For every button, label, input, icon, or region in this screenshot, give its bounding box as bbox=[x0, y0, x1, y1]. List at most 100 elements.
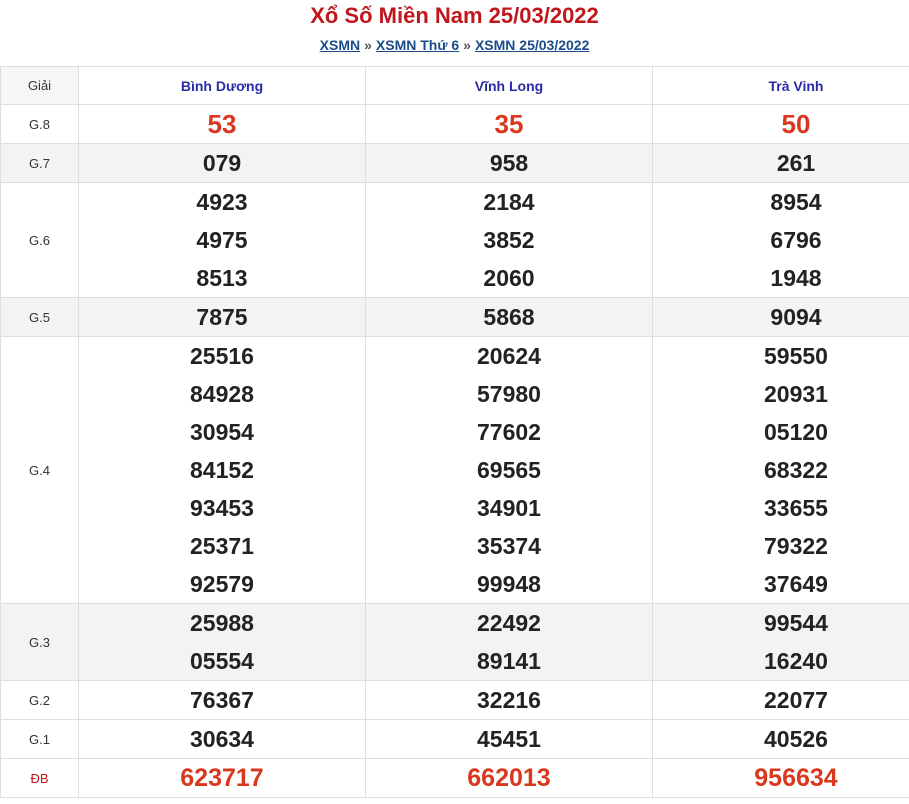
table-row: G.8 53 35 50 bbox=[0, 104, 909, 144]
prize-number: 20931 bbox=[764, 381, 828, 407]
prize-number: 37649 bbox=[764, 571, 828, 597]
prize-number: 40526 bbox=[764, 726, 828, 752]
prize-number: 6796 bbox=[770, 227, 822, 253]
prize-number: 34901 bbox=[477, 495, 541, 521]
prize-number: 33655 bbox=[764, 495, 828, 521]
results-body: G.8 53 35 50 G.7 079 958 261 G.6 4923 4975 8513 2184… bbox=[0, 104, 909, 798]
prize-cell: 2184 3852 2060 bbox=[365, 182, 653, 298]
prize-cell: 4923 4975 8513 bbox=[78, 182, 366, 298]
breadcrumb-link-xsmn-thu-6[interactable]: XSMN Thứ 6 bbox=[376, 37, 459, 53]
table-row: G.6 4923 4975 8513 2184 3852 2060 8954 6796 1948 bbox=[0, 182, 909, 298]
prize-number: 8954 bbox=[770, 189, 822, 215]
breadcrumb-separator: » bbox=[364, 37, 372, 53]
table-row: G.4 25516 84928 30954 84152 93453 25371 92579 20… bbox=[0, 336, 909, 604]
prize-number: 5868 bbox=[483, 304, 535, 330]
prize-cell: 662013 bbox=[365, 758, 653, 798]
prize-number: 84152 bbox=[190, 457, 254, 483]
prize-cell: 079 bbox=[78, 143, 366, 183]
breadcrumb: XSMN» XSMN Thứ 6» XSMN 25/03/2022 bbox=[0, 36, 909, 54]
prize-cell: 22077 bbox=[652, 680, 909, 720]
prize-number: 623717 bbox=[180, 764, 264, 792]
prize-cell: 7875 bbox=[78, 297, 366, 337]
column-header-province: Vĩnh Long bbox=[365, 66, 653, 105]
prize-cell: 623717 bbox=[78, 758, 366, 798]
prize-cell: 30634 bbox=[78, 719, 366, 759]
prize-number: 16240 bbox=[764, 648, 828, 674]
prize-cell: 958 bbox=[365, 143, 653, 183]
prize-cell: 99544 16240 bbox=[652, 603, 909, 681]
prize-cell: 40526 bbox=[652, 719, 909, 759]
prize-label: ĐB bbox=[0, 758, 79, 798]
prize-number: 68322 bbox=[764, 457, 828, 483]
prize-cell: 5868 bbox=[365, 297, 653, 337]
breadcrumb-separator: » bbox=[463, 37, 471, 53]
prize-label: G.1 bbox=[0, 719, 79, 759]
table-row: G.7 079 958 261 bbox=[0, 143, 909, 183]
prize-number: 22492 bbox=[477, 610, 541, 636]
prize-number: 79322 bbox=[764, 533, 828, 559]
prize-number: 45451 bbox=[477, 726, 541, 752]
prize-cell: 35 bbox=[365, 104, 653, 144]
breadcrumb-link-xsmn-date[interactable]: XSMN 25/03/2022 bbox=[475, 37, 589, 53]
prize-number: 4923 bbox=[196, 189, 248, 215]
prize-number: 99544 bbox=[764, 610, 828, 636]
prize-number: 7875 bbox=[196, 304, 248, 330]
prize-number: 9094 bbox=[770, 304, 822, 330]
prize-cell: 20624 57980 77602 69565 34901 35374 99948 bbox=[365, 336, 653, 604]
prize-number: 956634 bbox=[754, 764, 838, 792]
prize-cell: 261 bbox=[652, 143, 909, 183]
prize-number: 261 bbox=[776, 150, 816, 176]
prize-number: 22077 bbox=[764, 687, 828, 713]
prize-number: 93453 bbox=[190, 495, 254, 521]
prize-label: G.6 bbox=[0, 182, 79, 298]
prize-cell: 8954 6796 1948 bbox=[652, 182, 909, 298]
column-header-giai: Giải bbox=[0, 66, 79, 105]
prize-number: 05554 bbox=[190, 648, 254, 674]
breadcrumb-link-xsmn[interactable]: XSMN bbox=[320, 37, 360, 53]
prize-number: 76367 bbox=[190, 687, 254, 713]
prize-number: 958 bbox=[489, 150, 529, 176]
prize-number: 92579 bbox=[190, 571, 254, 597]
prize-cell: 956634 bbox=[652, 758, 909, 798]
table-header-row: Giải Bình Dương Vĩnh Long Trà Vinh bbox=[0, 66, 909, 105]
prize-cell: 59550 20931 05120 68322 33655 79322 37649 bbox=[652, 336, 909, 604]
prize-number: 50 bbox=[781, 109, 811, 139]
prize-number: 30954 bbox=[190, 419, 254, 445]
prize-number: 2184 bbox=[483, 189, 535, 215]
table-row: G.3 25988 05554 22492 89141 99544 16240 bbox=[0, 603, 909, 681]
prize-number: 25371 bbox=[190, 533, 254, 559]
prize-number: 35374 bbox=[477, 533, 541, 559]
prize-number: 32216 bbox=[477, 687, 541, 713]
prize-number: 30634 bbox=[190, 726, 254, 752]
prize-label: G.3 bbox=[0, 603, 79, 681]
results-table: Giải Bình Dương Vĩnh Long Trà Vinh G.8 53… bbox=[0, 66, 909, 798]
table-row: G.1 30634 45451 40526 bbox=[0, 719, 909, 759]
prize-label: G.7 bbox=[0, 143, 79, 183]
prize-number: 77602 bbox=[477, 419, 541, 445]
prize-cell: 53 bbox=[78, 104, 366, 144]
prize-number: 3852 bbox=[483, 227, 535, 253]
prize-label: G.2 bbox=[0, 680, 79, 720]
prize-number: 2060 bbox=[483, 265, 535, 291]
prize-number: 8513 bbox=[196, 265, 248, 291]
column-header-province: Trà Vinh bbox=[652, 66, 909, 105]
prize-cell: 45451 bbox=[365, 719, 653, 759]
prize-label: G.4 bbox=[0, 336, 79, 604]
prize-number: 99948 bbox=[477, 571, 541, 597]
prize-label: G.5 bbox=[0, 297, 79, 337]
page-title: Xổ Số Miền Nam 25/03/2022 bbox=[310, 3, 599, 28]
prize-number: 25516 bbox=[190, 343, 254, 369]
prize-cell: 76367 bbox=[78, 680, 366, 720]
prize-cell: 32216 bbox=[365, 680, 653, 720]
prize-number: 20624 bbox=[477, 343, 541, 369]
prize-number: 59550 bbox=[764, 343, 828, 369]
table-row: G.5 7875 5868 9094 bbox=[0, 297, 909, 337]
prize-cell: 25988 05554 bbox=[78, 603, 366, 681]
prize-number: 4975 bbox=[196, 227, 248, 253]
prize-number: 84928 bbox=[190, 381, 254, 407]
prize-label: G.8 bbox=[0, 104, 79, 144]
prize-number: 079 bbox=[202, 150, 242, 176]
prize-number: 69565 bbox=[477, 457, 541, 483]
prize-number: 35 bbox=[494, 109, 524, 139]
table-row: ĐB 623717 662013 956634 bbox=[0, 758, 909, 798]
